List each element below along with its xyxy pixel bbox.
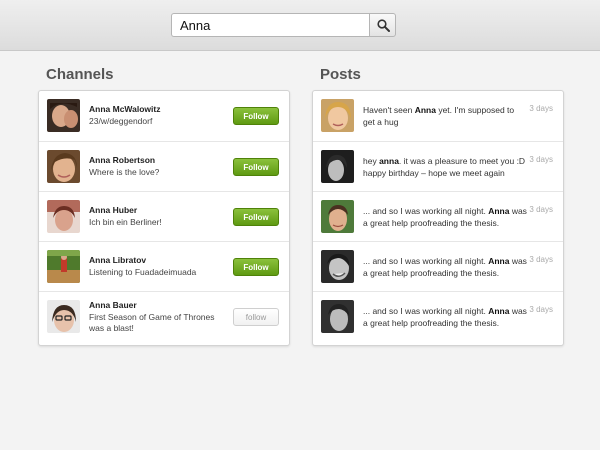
posts-heading: Posts	[320, 66, 361, 83]
follow-button[interactable]: Follow	[233, 158, 279, 176]
avatar	[47, 250, 80, 283]
avatar	[321, 99, 354, 132]
channel-name: Anna Huber	[89, 205, 138, 215]
follow-button[interactable]: Follow	[233, 208, 279, 226]
channel-row[interactable]: Anna Bauer First Season of Game of Thron…	[39, 291, 289, 345]
avatar	[47, 150, 80, 183]
search-button[interactable]	[369, 13, 396, 37]
posts-panel: Haven't seen Anna yet. I'm supposed to g…	[312, 90, 564, 346]
search-highlight: Anna	[488, 206, 510, 216]
avatar	[321, 250, 354, 283]
channel-subtitle: First Season of Game of Thrones was a bl…	[89, 312, 215, 333]
channel-name: Anna Robertson	[89, 155, 156, 165]
avatar	[47, 99, 80, 132]
avatar	[321, 150, 354, 183]
post-timestamp: 3 days	[529, 104, 553, 113]
follow-button[interactable]: Follow	[233, 258, 279, 276]
post-timestamp: 3 days	[529, 255, 553, 264]
post-row[interactable]: ... and so I was working all night. Anna…	[313, 291, 563, 345]
post-timestamp: 3 days	[529, 305, 553, 314]
post-text: hey anna. it was a pleasure to meet you …	[363, 156, 526, 178]
avatar	[47, 200, 80, 233]
post-row[interactable]: hey anna. it was a pleasure to meet you …	[313, 141, 563, 191]
search-highlight: Anna	[414, 105, 436, 115]
search-icon	[377, 19, 390, 32]
avatar	[47, 300, 80, 333]
search-highlight: Anna	[488, 306, 510, 316]
post-timestamp: 3 days	[529, 155, 553, 164]
post-text: ... and so I was working all night. Anna…	[363, 206, 527, 228]
channel-row[interactable]: Anna Robertson Where is the love? Follow	[39, 141, 289, 191]
channel-subtitle: Ich bin ein Berliner!	[89, 217, 162, 227]
search-highlight: anna	[379, 156, 399, 166]
channel-name: Anna Libratov	[89, 255, 147, 265]
channels-heading: Channels	[46, 66, 114, 83]
channel-name: Anna McWalowitz	[89, 104, 161, 114]
post-row[interactable]: ... and so I was working all night. Anna…	[313, 191, 563, 241]
channel-row[interactable]: Anna McWalowitz 23/w/deggendorf Follow	[39, 91, 289, 141]
channel-subtitle: Listening to Fuadadeimuada	[89, 267, 197, 277]
channel-row[interactable]: Anna Huber Ich bin ein Berliner! Follow	[39, 191, 289, 241]
search-input[interactable]	[171, 13, 370, 37]
avatar	[321, 300, 354, 333]
channel-subtitle: 23/w/deggendorf	[89, 116, 153, 126]
post-text: Haven't seen Anna yet. I'm supposed to g…	[363, 105, 515, 127]
post-text: ... and so I was working all night. Anna…	[363, 306, 527, 328]
post-row[interactable]: Haven't seen Anna yet. I'm supposed to g…	[313, 91, 563, 141]
search-highlight: Anna	[488, 256, 510, 266]
follow-button[interactable]: Follow	[233, 107, 279, 125]
channel-name: Anna Bauer	[89, 300, 137, 310]
post-timestamp: 3 days	[529, 205, 553, 214]
avatar	[321, 200, 354, 233]
post-text: ... and so I was working all night. Anna…	[363, 256, 527, 278]
channel-subtitle: Where is the love?	[89, 167, 160, 177]
channels-panel: Anna McWalowitz 23/w/deggendorf Follow A…	[38, 90, 290, 346]
follow-button[interactable]: follow	[233, 308, 279, 326]
top-bar	[0, 0, 600, 51]
post-row[interactable]: ... and so I was working all night. Anna…	[313, 241, 563, 291]
channel-row[interactable]: Anna Libratov Listening to Fuadadeimuada…	[39, 241, 289, 291]
